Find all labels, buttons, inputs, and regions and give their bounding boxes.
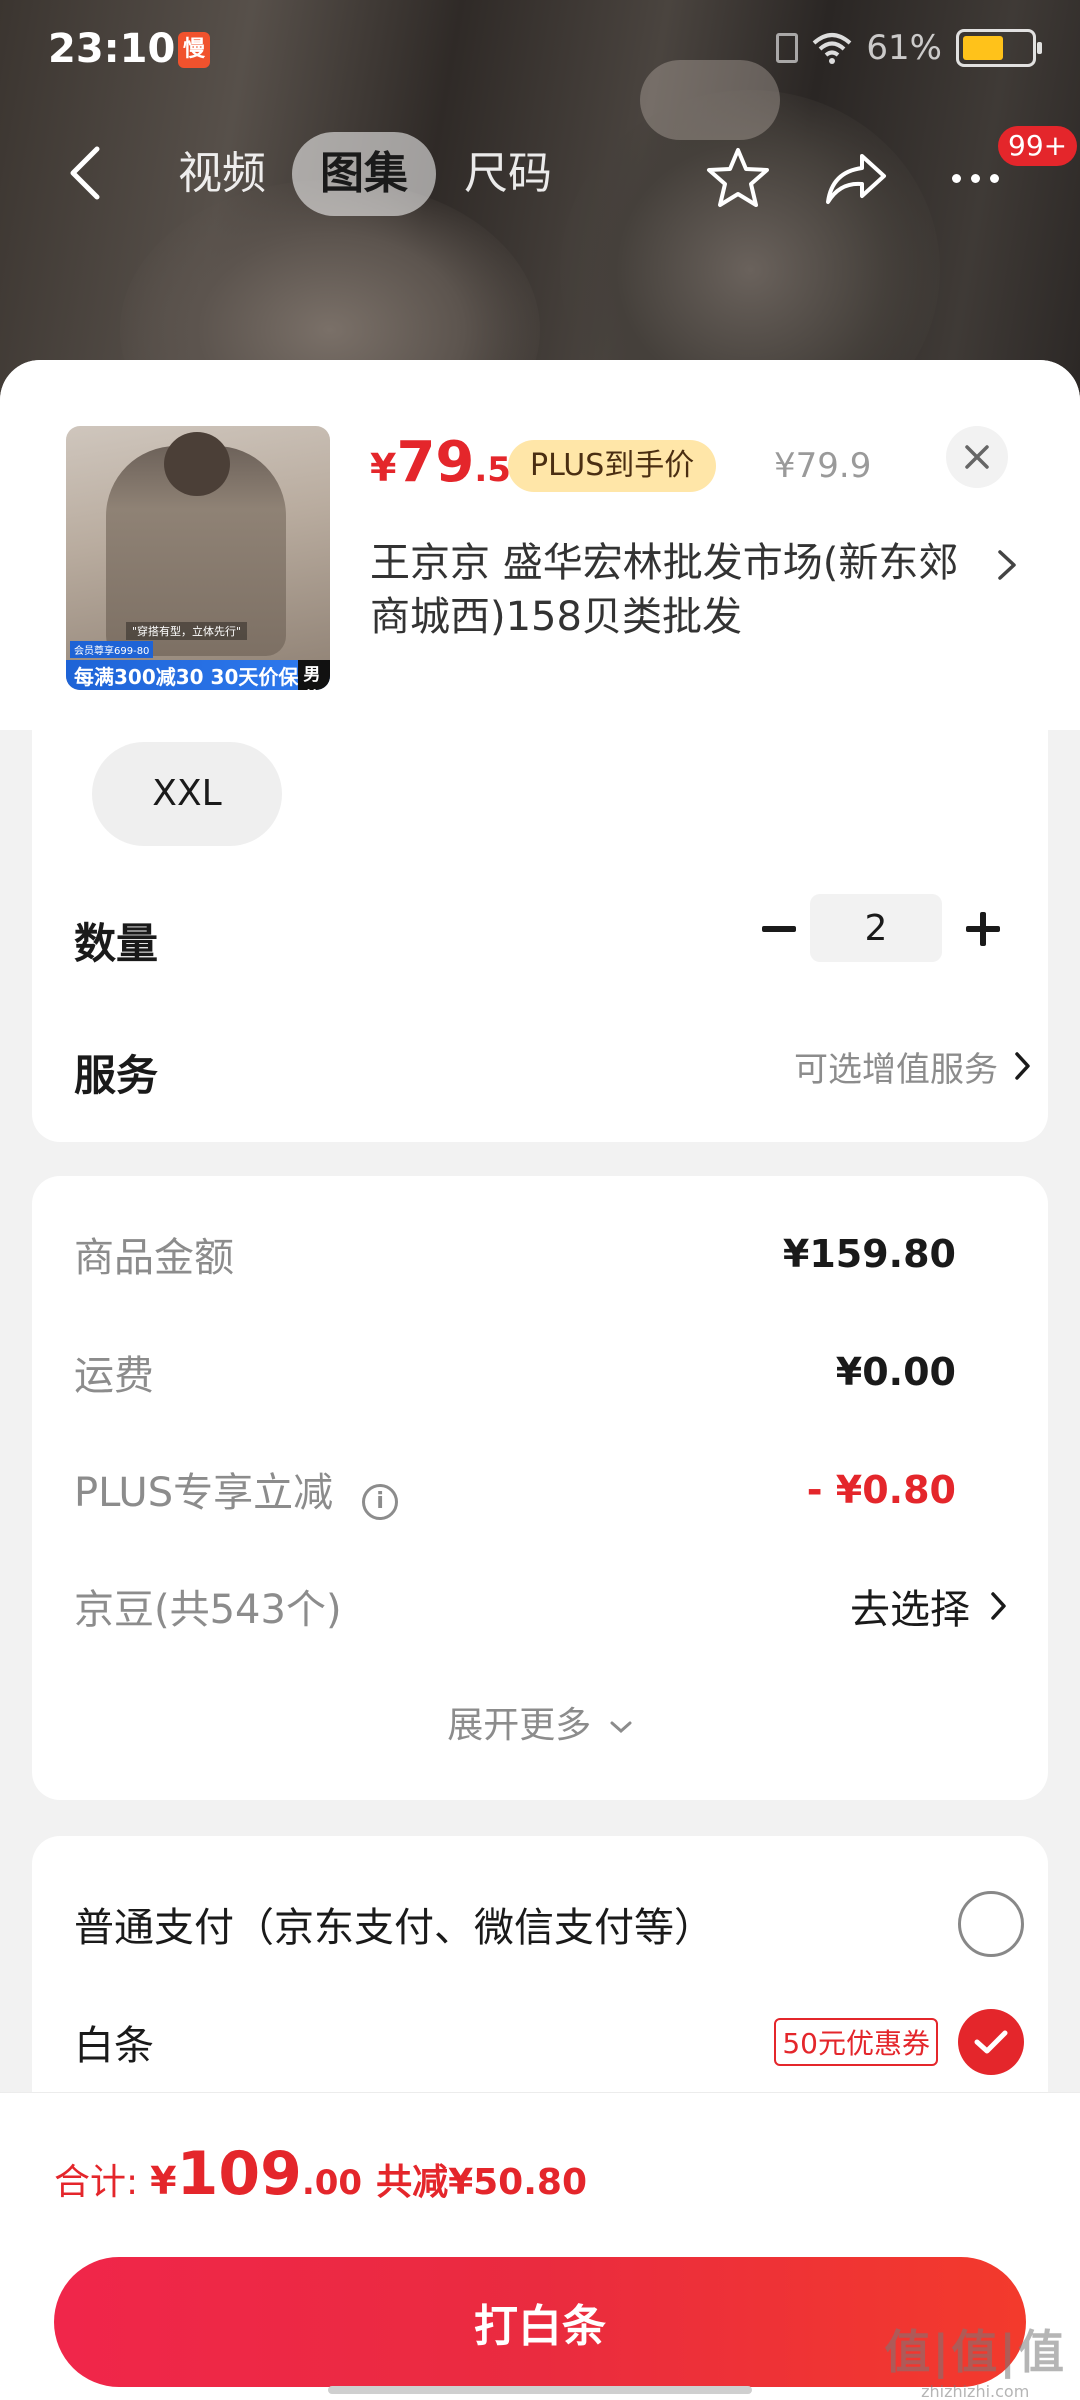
total-saved: 共减¥50.80 (376, 2162, 587, 2203)
goods-amount-row: 商品金额 ¥159.80 (74, 1224, 956, 1284)
payment-option-baitiao[interactable]: 白条 50元优惠券 (74, 2002, 1024, 2082)
price-integer: 79 (396, 430, 475, 495)
expand-more-button[interactable]: 展开更多 (32, 1696, 1048, 1748)
battery-icon (956, 29, 1042, 67)
favorite-button[interactable] (700, 140, 776, 216)
shop-link[interactable]: 王京京 盛华宏林批发市场(新东郊商城西)158贝类批发 (370, 536, 1020, 646)
payment-baitiao-label: 白条 (74, 2023, 154, 2069)
price-decimal: .5 (474, 450, 511, 490)
share-icon (826, 154, 886, 204)
size-option-chip[interactable]: XXL (92, 742, 282, 846)
close-icon (965, 445, 989, 469)
thumb-promo-text: 每满300减30 30天价保 (74, 664, 299, 689)
jd-beans-action: 去选择 (850, 1587, 970, 1633)
service-label: 服务 (74, 1051, 159, 1100)
spec-card: XXL 数量 服务 可选增值服务 (32, 730, 1048, 1142)
payment-normal-radio[interactable] (958, 1891, 1024, 1957)
total-label: 合计: (54, 2162, 139, 2203)
tab-size[interactable]: 尺码 (436, 132, 580, 216)
thumb-promo-strip: 每满300减30 30天价保 男装节 (66, 660, 330, 690)
minus-icon (762, 926, 796, 932)
quantity-input[interactable] (810, 894, 942, 962)
back-button[interactable] (50, 138, 120, 208)
plus-icon (966, 912, 1000, 946)
payment-baitiao-radio[interactable] (958, 2009, 1024, 2075)
service-hint: 可选增值服务 (794, 1049, 998, 1090)
jd-beans-row[interactable]: 京豆(共543个) 去选择 (74, 1576, 1008, 1636)
goods-amount-label: 商品金额 (74, 1235, 234, 1281)
watermark-url: zhizhizhi.com (921, 2382, 1030, 2400)
thumb-member-tag: 会员尊享699-80 (70, 641, 154, 658)
total-price: 合计: ¥ 109 .00 共减¥50.80 (54, 2139, 587, 2209)
tab-gallery[interactable]: 图集 (292, 132, 436, 216)
quantity-increase-button[interactable] (946, 892, 1020, 966)
battery-percent: 61% (866, 28, 942, 68)
home-indicator[interactable] (328, 2386, 752, 2394)
plus-price-badge: PLUS到手价 (508, 440, 717, 492)
chevron-right-icon (991, 1592, 1006, 1620)
payment-normal-label: 普通支付（京东支付、微信支付等） (74, 1905, 714, 1951)
star-icon (707, 148, 769, 207)
coupon-badge: 50元优惠券 (774, 2018, 938, 2066)
sheet-header: "穿搭有型，立体先行" 会员尊享699-80 每满300减30 30天价保 男装… (0, 360, 1080, 730)
price-symbol: ¥ (370, 446, 397, 490)
info-icon[interactable]: i (362, 1483, 399, 1520)
site-watermark: 值|值|值 zhizhizhi.com (884, 2316, 1066, 2400)
tab-video[interactable]: 视频 (150, 132, 294, 216)
shipping-row: 运费 ¥0.00 (74, 1342, 956, 1402)
watermark-mark: 值|值|值 (884, 2325, 1066, 2379)
chevron-right-icon (1015, 1052, 1030, 1080)
status-time: 23:10 (48, 26, 176, 72)
total-integer: 109 (176, 2139, 302, 2209)
thumb-promo-tag: 男装节 (298, 660, 330, 690)
product-thumbnail[interactable]: "穿搭有型，立体先行" 会员尊享699-80 每满300减30 30天价保 男装… (66, 426, 330, 690)
original-price: ¥79.9 (774, 446, 872, 486)
more-dots-icon (951, 173, 961, 183)
goods-amount-value: ¥159.80 (782, 1232, 956, 1276)
jd-beans-label: 京豆(共543个) (74, 1587, 342, 1633)
chevron-down-icon (610, 1721, 632, 1734)
status-bar: 23:10 慢 61% (0, 0, 1080, 100)
expand-more-label: 展开更多 (447, 1705, 592, 1746)
cost-card: 商品金额 ¥159.80 运费 ¥0.00 PLUS专享立减 i - ¥0.80… (32, 1176, 1048, 1800)
checkmark-icon (974, 2030, 1008, 2054)
thumb-tagline: "穿搭有型，立体先行" (126, 622, 248, 640)
app-notification-icon: 慢 (178, 32, 210, 68)
service-selector[interactable]: 可选增值服务 (632, 1026, 1032, 1106)
shipping-label: 运费 (74, 1353, 154, 1399)
sim-icon (776, 33, 799, 63)
share-button[interactable] (818, 140, 894, 216)
plus-discount-label: PLUS专享立减 (74, 1470, 334, 1517)
top-nav: 视频 图集 尺码 99+ (0, 120, 1080, 230)
total-symbol: ¥ (150, 2159, 177, 2203)
close-button[interactable] (946, 426, 1008, 488)
total-decimal: .00 (301, 2163, 363, 2203)
plus-discount-value: - ¥0.80 (806, 1468, 956, 1512)
pay-with-baitiao-button[interactable]: 打白条 (54, 2257, 1026, 2387)
payment-option-normal[interactable]: 普通支付（京东支付、微信支付等） (74, 1884, 1024, 1964)
quantity-label: 数量 (74, 919, 159, 968)
quantity-decrease-button[interactable] (742, 892, 816, 966)
shop-name: 王京京 盛华宏林批发市场(新东郊商城西)158贝类批发 (370, 540, 959, 640)
chevron-right-icon (998, 550, 1016, 580)
chevron-left-icon (70, 146, 100, 200)
price: ¥ 79 .5 (370, 430, 511, 500)
wifi-icon (813, 33, 852, 64)
plus-discount-row: PLUS专享立减 i - ¥0.80 (74, 1460, 956, 1520)
notification-badge: 99+ (998, 126, 1078, 166)
shipping-value: ¥0.00 (835, 1350, 956, 1394)
